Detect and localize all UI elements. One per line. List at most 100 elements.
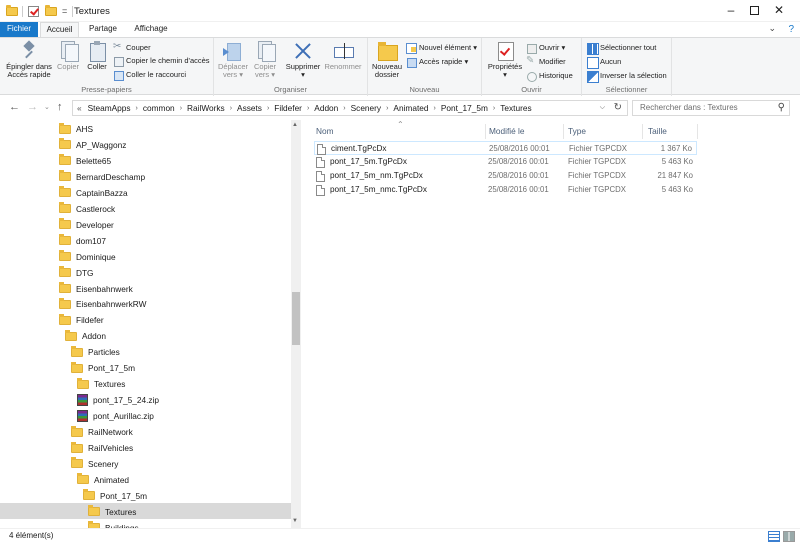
tree-item[interactable]: AP_Waggonz xyxy=(59,137,126,153)
up-arrow-icon[interactable]: ↑ xyxy=(57,101,63,113)
breadcrumb-item[interactable]: Assets xyxy=(237,103,262,113)
paste-shortcut-button[interactable]: Coller le raccourci xyxy=(113,69,186,81)
breadcrumb-item[interactable]: RailWorks xyxy=(187,103,225,113)
breadcrumb-item[interactable]: Fildefer xyxy=(274,103,302,113)
breadcrumb-overflow[interactable]: « xyxy=(77,103,82,113)
tree-item[interactable]: Particles xyxy=(71,344,120,360)
properties-button[interactable]: Propriétés ▾ xyxy=(486,41,524,79)
breadcrumb-item[interactable]: SteamApps xyxy=(88,103,131,113)
file-row[interactable]: pont_17_5m_nm.TgPcDx 25/08/2016 00:01 Fich… xyxy=(314,169,697,183)
breadcrumb-item[interactable]: Addon xyxy=(314,103,338,113)
history-button[interactable]: Historique xyxy=(526,70,573,82)
tree-item[interactable]: Eisenbahnwerk xyxy=(59,281,133,297)
chevron-right-icon[interactable]: › xyxy=(433,105,435,112)
help-icon[interactable]: ? xyxy=(788,24,794,35)
quick-access-dropdown[interactable]: = xyxy=(62,6,67,16)
tree-item[interactable]: Textures xyxy=(77,376,125,392)
scroll-up-icon[interactable]: ▲ xyxy=(292,122,298,128)
tree-item[interactable]: CaptainBazza xyxy=(59,185,128,201)
chevron-right-icon[interactable]: › xyxy=(386,105,388,112)
tab-home[interactable]: Accueil xyxy=(40,22,79,37)
chevron-right-icon[interactable]: › xyxy=(493,105,495,112)
tree-item[interactable]: Scenery xyxy=(71,456,118,472)
tree-item[interactable]: Dominique xyxy=(59,249,116,265)
column-header-modified[interactable]: Modifié le xyxy=(489,124,525,140)
tree-item[interactable]: EisenbahnwerkRW xyxy=(59,296,146,312)
search-box[interactable]: Rechercher dans : Textures ⚲ xyxy=(632,100,790,116)
file-row[interactable]: pont_17_5m.TgPcDx 25/08/2016 00:01 Fichier… xyxy=(314,155,697,169)
paste-button[interactable]: Coller xyxy=(84,41,110,71)
tab-file[interactable]: Fichier xyxy=(0,22,38,37)
pin-quick-access-button[interactable]: Épingler dans Accès rapide xyxy=(4,41,54,79)
edit-button[interactable]: Modifier xyxy=(526,55,566,68)
breadcrumb-item[interactable]: Scenery xyxy=(351,103,381,113)
new-folder-icon[interactable] xyxy=(44,4,57,17)
chevron-right-icon[interactable]: › xyxy=(180,105,182,112)
address-dropdown-icon[interactable]: ⌵ xyxy=(600,104,605,112)
chevron-right-icon[interactable]: › xyxy=(343,105,345,112)
tree-item[interactable]: RailNetwork xyxy=(71,424,133,440)
tree-scrollbar-thumb[interactable] xyxy=(292,292,300,345)
tree-item[interactable]: DTG xyxy=(59,265,94,281)
search-icon[interactable]: ⚲ xyxy=(778,101,785,115)
new-item-button[interactable]: Nouvel élément ▾ xyxy=(406,42,477,54)
copy-to-button[interactable]: Copier vers ▾ xyxy=(250,41,280,79)
invert-selection-button[interactable]: Inverser la sélection xyxy=(587,70,667,83)
tree-item[interactable]: pont_Aurillac.zip xyxy=(77,408,154,424)
chevron-right-icon[interactable]: › xyxy=(136,105,138,112)
column-divider[interactable] xyxy=(642,124,643,139)
move-to-button[interactable]: Déplacer vers ▾ xyxy=(218,41,248,79)
file-row[interactable]: pont_17_5m_nmc.TgPcDx 25/08/2016 00:01 Fic… xyxy=(314,183,697,197)
tree-item[interactable]: Pont_17_5m xyxy=(71,360,135,376)
chevron-right-icon[interactable]: › xyxy=(230,105,232,112)
tree-item[interactable]: Castlerock xyxy=(59,201,115,217)
cut-button[interactable]: Couper xyxy=(113,41,151,54)
column-header-type[interactable]: Type xyxy=(568,124,586,140)
tab-share[interactable]: Partage xyxy=(84,22,122,37)
large-icons-view-icon[interactable] xyxy=(783,531,795,542)
rename-button[interactable]: Renommer xyxy=(323,41,363,71)
tree-item[interactable]: Buildings xyxy=(88,520,139,528)
easy-access-button[interactable]: Accès rapide ▾ xyxy=(406,56,468,68)
tree-item[interactable]: Addon xyxy=(65,328,106,344)
tree-item[interactable]: Developer xyxy=(59,217,114,233)
properties-icon[interactable] xyxy=(28,5,40,17)
tree-item[interactable]: Pont_17_5m xyxy=(83,488,147,504)
details-view-icon[interactable] xyxy=(768,531,780,542)
column-divider[interactable] xyxy=(697,124,698,139)
refresh-icon[interactable]: ↻ xyxy=(614,102,622,113)
delete-button[interactable]: Supprimer ▾ xyxy=(283,41,323,79)
tab-view[interactable]: Affichage xyxy=(128,22,174,37)
breadcrumb-item[interactable]: common xyxy=(143,103,175,113)
tree-item[interactable]: Textures xyxy=(88,504,136,520)
copy-button[interactable]: Copier xyxy=(55,41,81,71)
tree-item[interactable]: Animated xyxy=(77,472,129,488)
column-divider[interactable] xyxy=(563,124,564,139)
column-header-size[interactable]: Taille xyxy=(648,124,667,140)
tree-item[interactable]: Fildefer xyxy=(59,312,104,328)
close-button[interactable]: ✕ xyxy=(758,0,800,22)
tree-item[interactable]: Belette65 xyxy=(59,153,111,169)
forward-arrow-icon[interactable]: → xyxy=(27,101,38,113)
column-header-name[interactable]: Nom xyxy=(316,124,334,140)
tree-item[interactable]: dom107 xyxy=(59,233,106,249)
breadcrumb-item[interactable]: Pont_17_5m xyxy=(441,103,488,113)
back-arrow-icon[interactable]: ← xyxy=(9,101,20,113)
column-divider[interactable] xyxy=(485,124,486,139)
select-all-button[interactable]: Sélectionner tout xyxy=(587,42,656,55)
tree-item[interactable]: pont_17_5_24.zip xyxy=(77,392,159,408)
tree-item[interactable]: RailVehicles xyxy=(71,440,133,456)
tree-item[interactable]: AHS xyxy=(59,121,93,137)
new-folder-button[interactable]: Nouveau dossier xyxy=(370,41,404,79)
chevron-right-icon[interactable]: › xyxy=(267,105,269,112)
open-button[interactable]: Ouvrir ▾ xyxy=(526,42,565,54)
breadcrumb-item[interactable]: Textures xyxy=(500,103,531,113)
chevron-right-icon[interactable]: › xyxy=(307,105,309,112)
recent-locations-chevron-icon[interactable]: ⌄ xyxy=(44,103,50,111)
scroll-down-icon[interactable]: ▼ xyxy=(292,518,298,524)
ribbon-expand-icon[interactable]: ⌄ xyxy=(768,23,776,34)
breadcrumb-item[interactable]: Animated xyxy=(393,103,428,113)
copy-path-button[interactable]: Copier le chemin d'accès xyxy=(113,55,210,67)
select-none-button[interactable]: Aucun xyxy=(587,56,621,69)
file-row[interactable]: ciment.TgPcDx 25/08/2016 00:01 Fichier TGP… xyxy=(314,141,697,155)
